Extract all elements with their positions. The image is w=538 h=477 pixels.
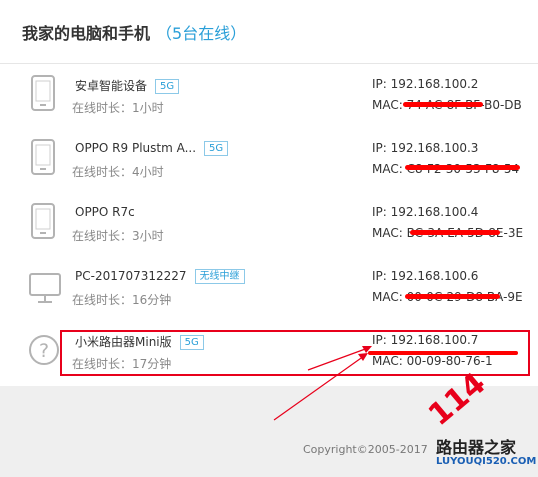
watermark-number: 114 bbox=[422, 365, 493, 434]
band-badge: 5G bbox=[204, 141, 229, 156]
redaction-mark bbox=[405, 165, 520, 170]
online-duration: 在线时长：16分钟 bbox=[72, 293, 172, 307]
online-duration: 在线时长：4小时 bbox=[72, 165, 164, 179]
phone-icon bbox=[31, 75, 55, 111]
online-duration: 在线时长：3小时 bbox=[72, 229, 164, 243]
online-duration: 在线时长：1小时 bbox=[72, 101, 164, 115]
device-name: PC-201707312227 无线中继 bbox=[75, 269, 245, 284]
watermark-text-url: LUYOUQI520.COM bbox=[436, 456, 537, 467]
list-item[interactable]: OPPO R7c 在线时长：3小时 IP: 192.168.100.4 MAC:… bbox=[0, 192, 538, 256]
redaction-mark bbox=[405, 294, 500, 299]
ip-address: IP: 192.168.100.4 bbox=[372, 205, 479, 219]
page-title: 我家的电脑和手机 （5台在线） bbox=[22, 24, 247, 43]
list-item[interactable]: PC-201707312227 无线中继 在线时长：16分钟 IP: 192.16… bbox=[0, 256, 538, 320]
band-badge: 5G bbox=[155, 79, 180, 94]
svg-text:?: ? bbox=[39, 340, 49, 362]
unknown-device-icon: ? bbox=[29, 335, 59, 365]
list-item[interactable]: OPPO R9 Plustm A... 5G 在线时长：4小时 IP: 192.1… bbox=[0, 128, 538, 192]
copyright-text: Copyright©2005-2017 bbox=[303, 443, 428, 456]
list-item[interactable]: 安卓智能设备 5G 在线时长：1小时 IP: 192.168.100.2 MAC:… bbox=[0, 64, 538, 128]
phone-icon bbox=[31, 139, 55, 175]
connection-badge: 无线中继 bbox=[194, 269, 245, 284]
watermark-text-cn: 路由器之家 bbox=[436, 438, 517, 457]
ip-address: IP: 192.168.100.3 bbox=[372, 141, 479, 155]
online-count: （5台在线） bbox=[156, 24, 247, 43]
page-header: 我家的电脑和手机 （5台在线） bbox=[0, 0, 538, 64]
device-name: 安卓智能设备 5G bbox=[75, 77, 180, 94]
redaction-mark bbox=[403, 102, 483, 107]
ip-address: IP: 192.168.100.6 bbox=[372, 269, 479, 283]
monitor-icon bbox=[29, 273, 61, 303]
device-name: OPPO R9 Plustm A... 5G bbox=[75, 141, 229, 156]
ip-address: IP: 192.168.100.2 bbox=[372, 77, 479, 91]
redaction-mark bbox=[410, 230, 500, 235]
phone-icon bbox=[31, 203, 55, 239]
watermark-logo: 114 路由器之家 LUYOUQI520.COM bbox=[418, 366, 538, 477]
device-name: OPPO R7c bbox=[75, 205, 135, 219]
annotation-arrows bbox=[273, 346, 372, 421]
